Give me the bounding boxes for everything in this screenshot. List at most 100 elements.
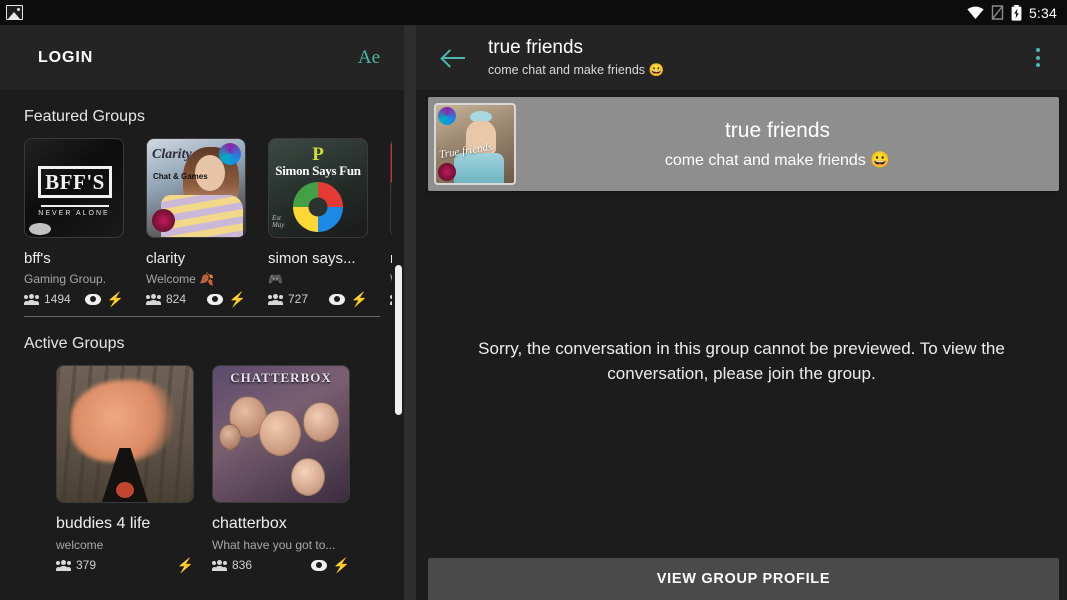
conversation-title: true friends bbox=[488, 37, 664, 59]
simon-art-signature: EstMay bbox=[272, 215, 284, 230]
eye-icon bbox=[85, 294, 101, 305]
group-banner-avatar: True friends bbox=[434, 103, 516, 185]
group-meta: 836 ⚡ bbox=[212, 558, 350, 572]
member-count: 836 bbox=[232, 558, 252, 572]
simon-art-title: Simon Says Fun bbox=[269, 163, 367, 179]
group-thumbnail-chatterbox: CHATTERBOX bbox=[212, 365, 350, 503]
gamepad-icon: 🎮 bbox=[268, 272, 283, 286]
app-screen: 5:34 LOGIN Ae Featured Groups BFF'S NEVE… bbox=[0, 0, 1067, 600]
group-status-icons: ⚡ bbox=[85, 292, 124, 306]
group-meta: 379 ⚡ bbox=[56, 558, 194, 572]
clarity-art-tagline: Chat & Games bbox=[153, 172, 208, 182]
conversation-preview-area: Sorry, the conversation in this group ca… bbox=[416, 191, 1067, 558]
view-group-profile-button[interactable]: VIEW GROUP PROFILE bbox=[428, 558, 1059, 600]
group-banner-texts: true friends come chat and make friends … bbox=[516, 119, 1059, 170]
member-count: 824 bbox=[166, 292, 186, 306]
login-title: LOGIN bbox=[38, 49, 93, 67]
eye-icon bbox=[329, 294, 345, 305]
group-card-clarity[interactable]: Clarity Chat & Games clarity Welcome 🍂 8… bbox=[146, 138, 246, 306]
group-subtitle: welcome bbox=[56, 538, 194, 552]
group-card-simon-says[interactable]: P Simon Says Fun EstMay simon says... 🎮 … bbox=[268, 138, 368, 306]
view-group-profile-label: VIEW GROUP PROFILE bbox=[657, 571, 830, 587]
photo-icon bbox=[6, 5, 23, 20]
group-meta: 1494 ⚡ bbox=[24, 292, 124, 306]
group-meta: 727 ⚡ bbox=[268, 292, 368, 306]
status-bar: 5:34 bbox=[0, 0, 1067, 25]
active-card-row: buddies 4 life welcome 379 ⚡ bbox=[24, 365, 404, 572]
wifi-icon bbox=[967, 6, 984, 20]
back-arrow-icon[interactable] bbox=[438, 42, 470, 74]
left-scrollbar-track[interactable] bbox=[392, 90, 404, 600]
group-name: clarity bbox=[146, 250, 246, 267]
group-card-buddies-4-life[interactable]: buddies 4 life welcome 379 ⚡ bbox=[56, 365, 194, 572]
bolt-icon: ⚡ bbox=[107, 292, 124, 306]
members-icon bbox=[146, 294, 161, 305]
clarity-badge-icon bbox=[219, 143, 241, 165]
ae-translate-icon[interactable]: Ae bbox=[352, 44, 386, 71]
member-count: 379 bbox=[76, 558, 96, 572]
bffs-art-dot bbox=[29, 223, 51, 235]
bolt-icon: ⚡ bbox=[351, 292, 368, 306]
bolt-icon: ⚡ bbox=[333, 558, 350, 572]
section-title-featured: Featured Groups bbox=[24, 90, 404, 138]
section-title-active: Active Groups bbox=[24, 317, 404, 365]
left-scrollbar-thumb[interactable] bbox=[395, 265, 402, 415]
group-name: bff's bbox=[24, 250, 124, 267]
group-thumbnail-simon-says: P Simon Says Fun EstMay bbox=[268, 138, 368, 238]
status-bar-right: 5:34 bbox=[967, 5, 1057, 21]
simon-donut-icon bbox=[293, 182, 343, 232]
members-icon bbox=[24, 294, 39, 305]
group-card-bffs[interactable]: BFF'S NEVER ALONE bff's Gaming Group. 14… bbox=[24, 138, 124, 306]
group-thumbnail-bffs: BFF'S NEVER ALONE bbox=[24, 138, 124, 238]
chatterbox-art-title: CHATTERBOX bbox=[213, 370, 349, 386]
group-subtitle: Welcome 🍂 bbox=[146, 272, 246, 286]
group-subtitle: Gaming Group. bbox=[24, 272, 124, 286]
group-name: chatterbox bbox=[212, 515, 350, 533]
status-bar-clock: 5:34 bbox=[1029, 5, 1057, 21]
panel-split-divider bbox=[404, 25, 416, 600]
member-count: 1494 bbox=[44, 292, 71, 306]
signal-off-icon bbox=[991, 5, 1004, 20]
group-banner-title: true friends bbox=[516, 119, 1039, 143]
status-bar-left bbox=[6, 5, 23, 20]
group-status-icons: ⚡ bbox=[329, 292, 368, 306]
clarity-art-title: Clarity bbox=[152, 147, 192, 163]
bffs-art-rule bbox=[41, 205, 109, 207]
left-panel: LOGIN Ae Featured Groups BFF'S NEVER ALO… bbox=[0, 25, 404, 600]
members-icon bbox=[268, 294, 283, 305]
group-meta: 824 ⚡ bbox=[146, 292, 246, 306]
right-panel: true friends come chat and make friends … bbox=[416, 25, 1067, 600]
preview-unavailable-message: Sorry, the conversation in this group ca… bbox=[462, 337, 1022, 386]
group-thumbnail-buddies bbox=[56, 365, 194, 503]
group-name: simon says... bbox=[268, 250, 368, 267]
more-options-icon[interactable] bbox=[1023, 43, 1053, 73]
bffs-art-title: BFF'S bbox=[38, 166, 112, 198]
group-name: buddies 4 life bbox=[56, 515, 194, 533]
avatar-badge-1-icon bbox=[438, 107, 456, 125]
group-thumbnail-clarity: Clarity Chat & Games bbox=[146, 138, 246, 238]
avatar-badge-2-icon bbox=[438, 163, 456, 181]
bffs-art-tagline: NEVER ALONE bbox=[25, 210, 123, 217]
bolt-icon: ⚡ bbox=[177, 558, 194, 572]
group-status-icons: ⚡ bbox=[311, 558, 350, 572]
members-icon bbox=[212, 560, 227, 571]
member-count: 727 bbox=[288, 292, 308, 306]
right-appbar: true friends come chat and make friends … bbox=[416, 25, 1067, 90]
group-subtitle: What have you got to... bbox=[212, 538, 350, 552]
group-status-icons: ⚡ bbox=[177, 558, 194, 572]
members-icon bbox=[56, 560, 71, 571]
group-subtitle: 🎮 bbox=[268, 272, 368, 286]
left-appbar: LOGIN Ae bbox=[0, 25, 404, 90]
right-appbar-texts: true friends come chat and make friends … bbox=[488, 37, 664, 78]
group-banner[interactable]: True friends true friends come chat and … bbox=[428, 97, 1059, 191]
conversation-subtitle: come chat and make friends 😀 bbox=[488, 63, 664, 78]
group-banner-subtitle: come chat and make friends 😀 bbox=[516, 150, 1039, 170]
group-card-chatterbox[interactable]: CHATTERBOX chatterbox What have you got … bbox=[212, 365, 350, 572]
featured-card-row: BFF'S NEVER ALONE bff's Gaming Group. 14… bbox=[24, 138, 404, 306]
eye-icon bbox=[207, 294, 223, 305]
bolt-icon: ⚡ bbox=[229, 292, 246, 306]
group-status-icons: ⚡ bbox=[207, 292, 246, 306]
battery-charging-icon bbox=[1011, 5, 1022, 21]
eye-icon bbox=[311, 560, 327, 571]
active-groups-section: Active Groups buddies 4 life welcome 379… bbox=[0, 317, 404, 572]
